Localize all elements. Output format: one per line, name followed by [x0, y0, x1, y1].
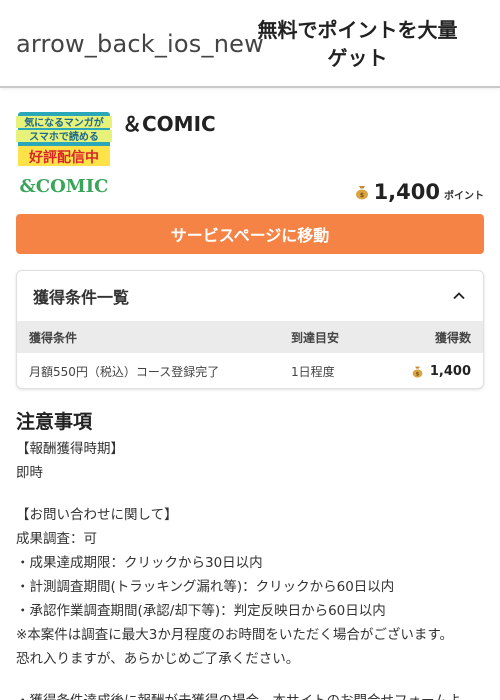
thumbnail-logo-text: &COMIC [20, 176, 109, 197]
svg-text:$: $ [359, 192, 363, 199]
column-header-eta: 到達目安 [291, 330, 340, 345]
back-button[interactable]: arrow_back_ios_new [16, 30, 264, 58]
conditions-title: 獲得条件一覧 [33, 288, 130, 307]
conditions-toggle[interactable]: 獲得条件一覧 [17, 271, 483, 321]
notes-line: 恐れ入りますが、あらかじめご了承ください。 [16, 651, 300, 667]
notes-line: ・計測調査期間(トラッキング漏れ等)：クリックから60日以内 [16, 579, 395, 595]
notes-spacer [16, 485, 494, 503]
points-value: 1,400 [373, 180, 440, 204]
notes-line: 成果調査：可 [16, 531, 97, 547]
conditions-card: 獲得条件一覧 獲得条件 到達目安 獲得数 月額550円（税込）コース登録完了 1… [16, 270, 484, 389]
notes-line: ※本案件は調査に最大3か月程度のお時間をいただく場合がございます。 [16, 627, 454, 643]
table-row: 月額550円（税込）コース登録完了 1日程度 $ 1,400 [17, 353, 483, 388]
page-title: 無料でポイントを大量ゲット [257, 18, 458, 70]
points-unit: ポイント [444, 191, 484, 202]
service-points: $ 1,400 ポイント [354, 180, 484, 204]
coin-bag-icon: $ [355, 186, 368, 200]
column-header-condition: 獲得条件 [29, 330, 78, 345]
thumbnail-text-3: 好評配信中 [28, 149, 99, 166]
service-page-button[interactable]: サービスページに移動 [16, 214, 484, 254]
row-points-cell: $ 1,400 [383, 364, 471, 379]
notes-spacer [16, 671, 494, 689]
notes-body: 【報酬獲得時期】 即時 【お問い合わせに関して】 成果調査：可 ・成果達成期限：… [16, 437, 494, 700]
row-eta: 1日程度 [291, 364, 335, 379]
notes-line: 即時 [16, 465, 43, 481]
row-points-value: 1,400 [429, 363, 471, 379]
service-thumbnail: 気になるマンガが スマホで読める 好評配信中 &COMIC [16, 108, 112, 202]
notes-line: ・成果達成期限：クリックから30日以内 [16, 555, 263, 571]
column-header-points: 獲得数 [434, 330, 471, 345]
thumbnail-text-2: スマホで読める [29, 130, 99, 143]
conditions-table-header: 獲得条件 到達目安 獲得数 [17, 321, 483, 353]
chevron-up-icon[interactable] [451, 288, 467, 304]
row-condition: 月額550円（税込）コース登録完了 [29, 364, 220, 379]
notes-line: 【報酬獲得時期】 [16, 441, 124, 457]
notes-title: 注意事項 [16, 411, 93, 433]
notes-line: ・獲得条件達成後に報酬が未獲得の場合、本サイトのお問合せフォームよ [16, 689, 494, 700]
row-points: $ 1,400 [383, 364, 471, 379]
coin-bag-icon: $ [412, 366, 423, 378]
app-header: arrow_back_ios_new 無料でポイントを大量ゲット [0, 0, 500, 88]
service-name: ＆COMIC [122, 112, 216, 136]
thumbnail-text-1: 気になるマンガが [23, 116, 105, 129]
notes-line: 【お問い合わせに関して】 [16, 507, 178, 523]
notes-line: ・承認作業調査期間(承認/却下等)：判定反映日から60日以内 [16, 603, 386, 619]
